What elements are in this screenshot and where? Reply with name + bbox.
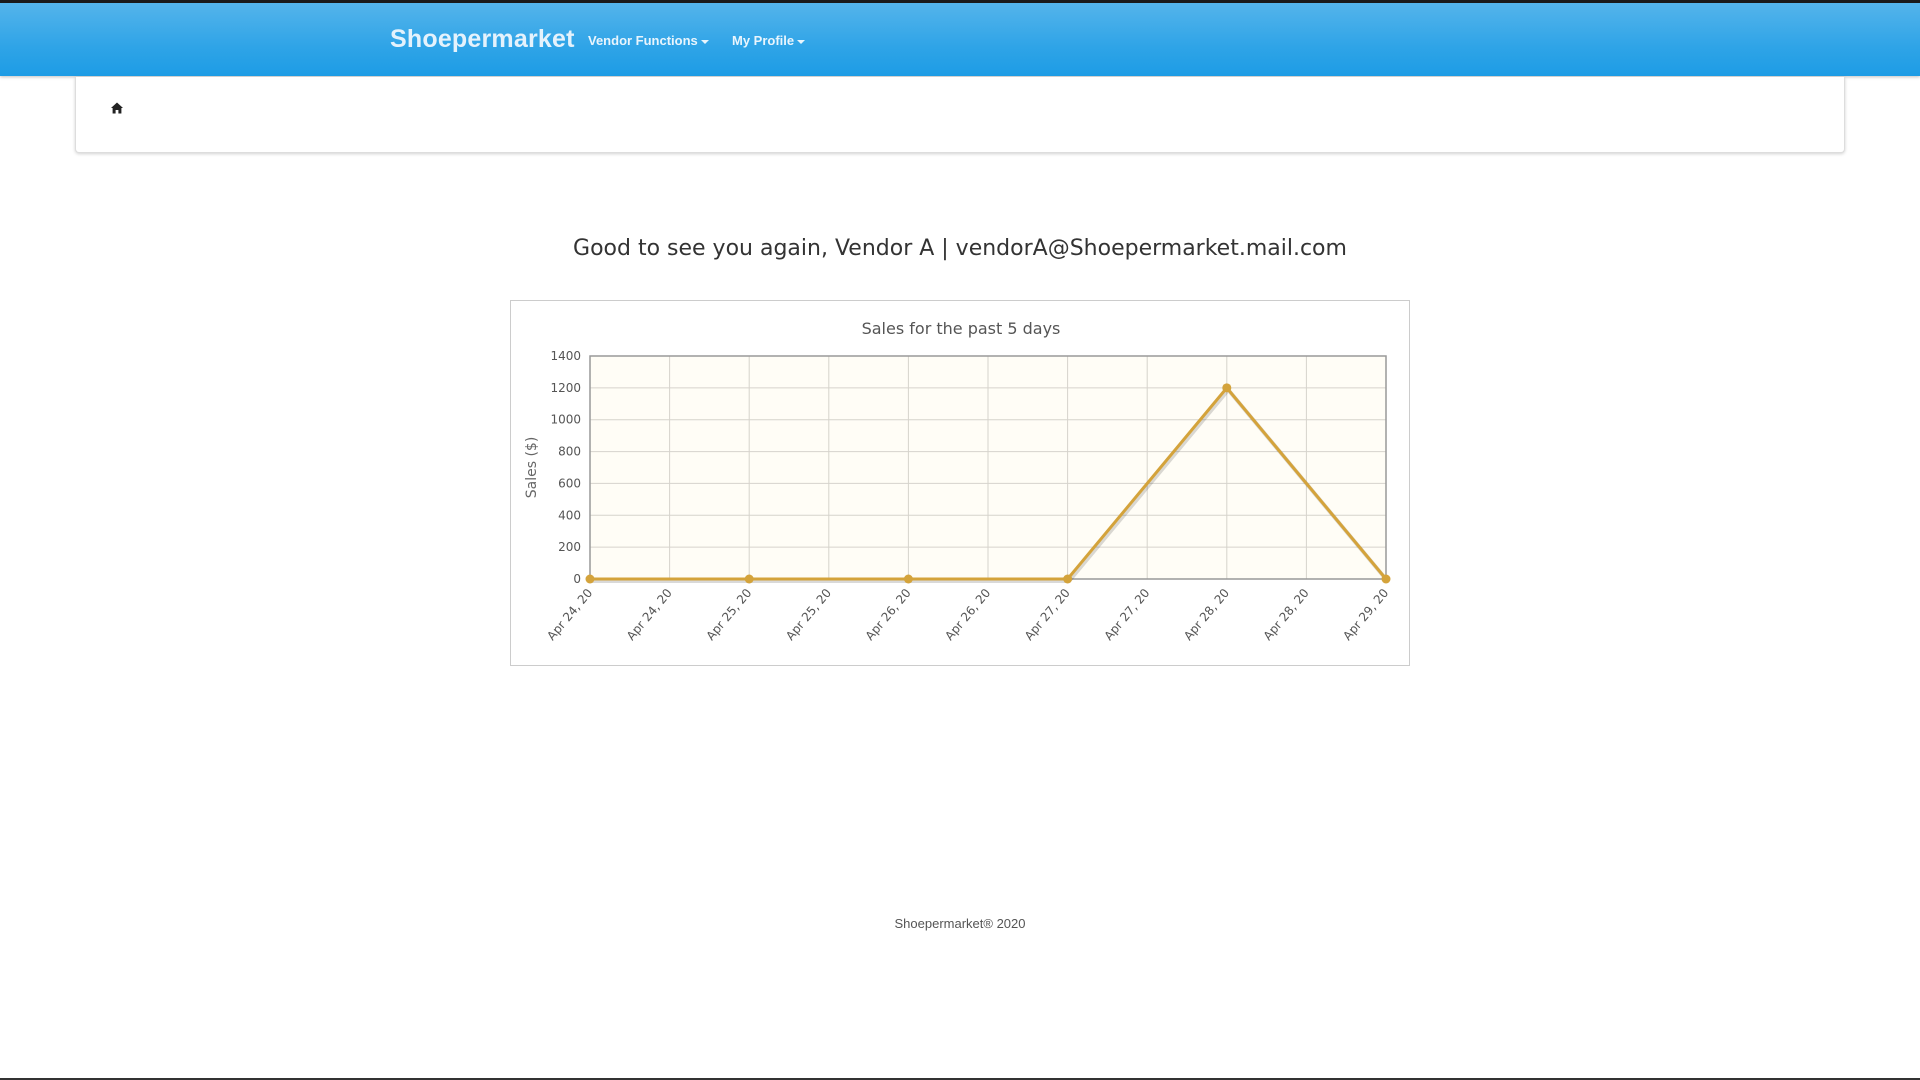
caret-down-icon (797, 39, 806, 44)
x-tick-label: Apr 28, 20 (1181, 586, 1232, 643)
data-point (1381, 574, 1391, 584)
x-tick-label: Apr 27, 20 (1101, 586, 1152, 643)
nav-vendor-functions[interactable]: Vendor Functions (588, 33, 709, 48)
data-point (1063, 574, 1073, 584)
data-point (585, 574, 595, 584)
y-tick-label: 1400 (550, 349, 581, 363)
welcome-message: Good to see you again, Vendor A | vendor… (573, 236, 1347, 261)
nav-vendor-functions-label: Vendor Functions (588, 33, 698, 48)
y-tick-label: 600 (558, 476, 581, 490)
home-icon[interactable] (110, 101, 124, 115)
x-tick-label: Apr 25, 20 (783, 586, 834, 643)
y-tick-label: 0 (573, 572, 581, 586)
breadcrumb (75, 77, 1845, 153)
data-point (1222, 383, 1232, 393)
nav-my-profile-label: My Profile (732, 33, 795, 48)
brand-logo[interactable]: Shoepermarket (390, 25, 575, 54)
y-tick-label: 200 (558, 540, 581, 554)
nav-my-profile[interactable]: My Profile (732, 33, 806, 48)
y-axis-label: Sales ($) (524, 437, 540, 499)
x-tick-label: Apr 29, 20 (1340, 586, 1391, 643)
x-tick-label: Apr 26, 20 (863, 586, 914, 643)
y-tick-label: 1000 (550, 413, 581, 427)
sales-chart-svg: Sales for the past 5 days 0 200 400 600 800 10… (524, 319, 1391, 643)
data-point (744, 574, 754, 584)
y-tick-label: 800 (558, 445, 581, 459)
chart-title: Sales for the past 5 days (862, 319, 1061, 338)
top-navbar: Shoepermarket Vendor Functions My Profil… (0, 0, 1920, 76)
x-tick-label: Apr 25, 20 (703, 586, 754, 643)
footer-copyright: Shoepermarket® 2020 (894, 916, 1026, 931)
x-tick-label: Apr 26, 20 (942, 586, 993, 643)
data-point (903, 574, 913, 584)
x-tick-label: Apr 27, 20 (1022, 586, 1073, 643)
y-tick-label: 400 (558, 508, 581, 522)
caret-down-icon (700, 39, 709, 44)
x-tick-label: Apr 28, 20 (1261, 586, 1312, 643)
sales-chart: Sales for the past 5 days 0 200 400 600 800 10… (510, 300, 1410, 666)
y-tick-label: 1200 (550, 381, 581, 395)
x-tick-label: Apr 24, 20 (624, 586, 675, 643)
x-tick-label: Apr 24, 20 (544, 586, 595, 643)
